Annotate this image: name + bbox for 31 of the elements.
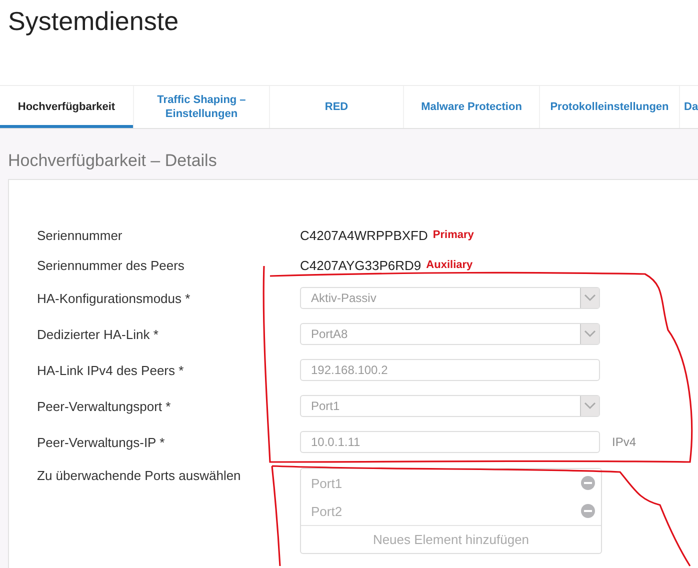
role-label: Primary bbox=[432, 229, 474, 241]
field-label: HA-Konfigurationsmodus * bbox=[37, 290, 192, 306]
tab[interactable]: Hochverfügbarkeit bbox=[0, 86, 134, 128]
input-field[interactable]: 192.168.100.2 bbox=[300, 359, 600, 381]
remove-icon[interactable] bbox=[581, 476, 595, 490]
input-field[interactable]: 10.0.1.11 bbox=[300, 431, 600, 453]
role-label: Auxiliary bbox=[426, 259, 473, 271]
dropdown-field[interactable]: PortA8 bbox=[300, 323, 600, 345]
field-label: Seriennummer bbox=[37, 228, 124, 242]
remove-icon[interactable] bbox=[581, 504, 595, 518]
page-title: Systemdienste bbox=[7, 5, 180, 37]
field-label: HA-Link IPv4 des Peers * bbox=[37, 362, 185, 378]
dropdown-field[interactable]: Aktiv-Passiv bbox=[300, 287, 600, 309]
tab[interactable]: Da bbox=[680, 86, 698, 128]
section-title: Hochverfügbarkeit – Details bbox=[8, 151, 218, 171]
tab[interactable]: Traffic Shaping – Einstellungen bbox=[134, 86, 270, 128]
field-label: Peer-Verwaltungs-IP * bbox=[37, 434, 166, 450]
port-item: Port2 bbox=[311, 504, 342, 518]
field-label: Peer-Verwaltungsport * bbox=[37, 398, 172, 414]
add-item-button[interactable]: Neues Element hinzufügen bbox=[301, 525, 601, 553]
port-item: Port1 bbox=[311, 476, 342, 490]
tab[interactable]: Protokolleinstellungen bbox=[540, 86, 680, 128]
field-label: Dedizierter HA-Link * bbox=[37, 326, 160, 342]
tab[interactable]: Malware Protection bbox=[404, 86, 540, 128]
field-suffix: IPv4 bbox=[612, 435, 636, 449]
dropdown-field[interactable]: Port1 bbox=[300, 395, 600, 417]
tab[interactable]: RED bbox=[270, 86, 404, 128]
field-label: Seriennummer des Peers bbox=[37, 258, 186, 272]
field-label: Zu überwachende Ports auswählen bbox=[37, 468, 242, 483]
serial-number: C4207A4WRPPBXFD bbox=[300, 228, 428, 242]
serial-number: C4207AYG33P6RD9 bbox=[300, 258, 422, 272]
